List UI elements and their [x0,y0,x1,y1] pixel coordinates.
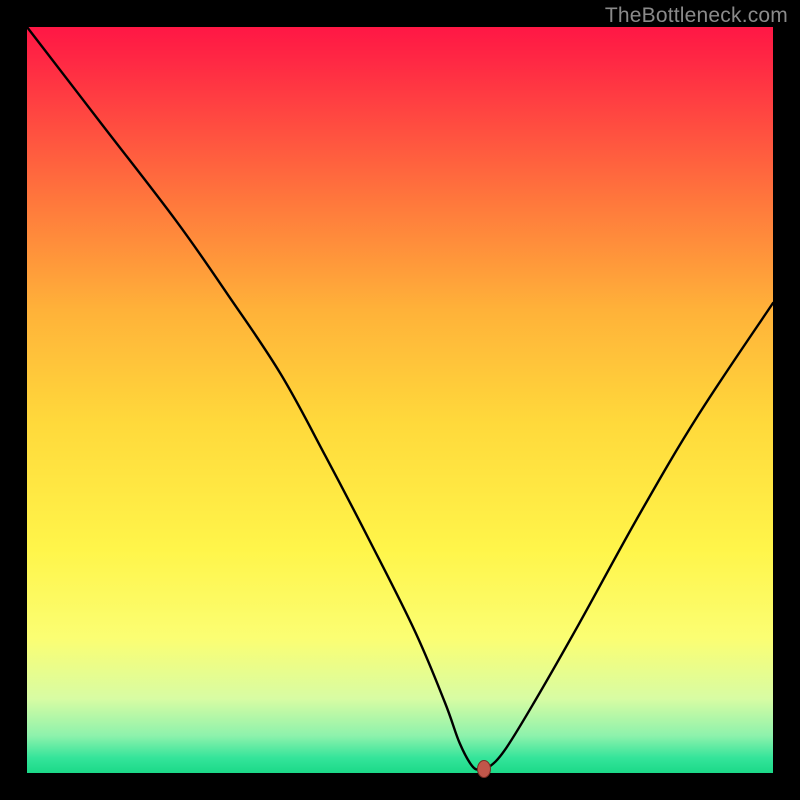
chart-plot-area [27,27,773,773]
optimal-point [477,760,491,778]
watermark-text: TheBottleneck.com [605,4,788,28]
chart-markers [27,27,773,773]
